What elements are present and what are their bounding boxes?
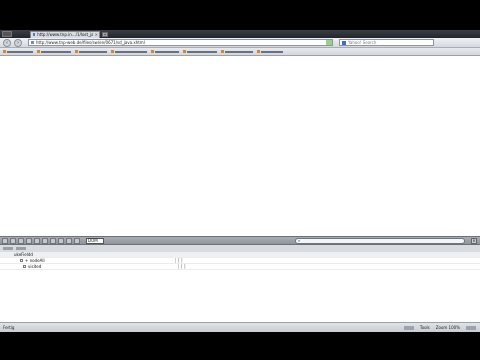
bookmark-item[interactable]: [256, 49, 284, 54]
dom-node-value: [ ]: [178, 264, 185, 269]
bookmark-item[interactable]: [182, 49, 218, 54]
table-row[interactable]: visited [ ]: [0, 264, 480, 270]
url-bar[interactable]: http://www.tnp-web.de/files/sw/en/0671/s…: [28, 39, 333, 46]
devtools-search-input[interactable]: ⌕: [295, 237, 465, 244]
navigation-toolbar: ‹ › http://www.tnp-web.de/files/sw/en/06…: [0, 38, 480, 48]
bookmark-icon: [111, 50, 114, 53]
tab-strip: http://www.tnp.in.../1/lost_java.xhtml ×…: [0, 30, 480, 38]
tab-close-icon[interactable]: ×: [95, 32, 98, 37]
subtab[interactable]: [3, 247, 13, 250]
search-box[interactable]: Yahoo! Search: [339, 39, 434, 46]
bookmark-icon: [3, 50, 6, 53]
bookmark-label: [7, 50, 33, 53]
page-content: [0, 56, 480, 236]
devtools-panel: DOM ⌕ × ukeFieldd + nodeAll [ ] visited …: [0, 236, 480, 332]
go-button[interactable]: [326, 40, 332, 45]
dom-node-value: [ ]: [175, 258, 182, 263]
bookmark-label: [155, 50, 179, 53]
dom-node-label: + nodeAll: [25, 258, 45, 263]
dom-node-label: visited: [28, 264, 42, 269]
bookmark-icon: [151, 50, 154, 53]
css-icon[interactable]: [26, 237, 32, 244]
net-icon[interactable]: [42, 237, 48, 244]
bookmark-label: [187, 50, 217, 53]
panel-select[interactable]: DOM: [86, 237, 104, 244]
console-icon[interactable]: [10, 237, 16, 244]
page-favicon-icon: [33, 33, 36, 36]
bookmark-item[interactable]: [150, 49, 180, 54]
status-tools[interactable]: Tools: [420, 325, 430, 330]
dom-node-name: ukeFieldd: [0, 252, 169, 257]
devtools-toolbar: DOM ⌕ ×: [0, 236, 480, 245]
bookmark-label: [41, 50, 71, 53]
layout-icon[interactable]: [50, 237, 56, 244]
status-indicator[interactable]: [466, 325, 476, 330]
html-icon[interactable]: [18, 237, 24, 244]
dom-node-name: + nodeAll: [0, 258, 175, 263]
bookmark-item[interactable]: [2, 49, 34, 54]
search-placeholder: Yahoo! Search: [348, 40, 377, 45]
search-engine-icon[interactable]: [342, 40, 346, 45]
forward-arrow-icon[interactable]: ›: [14, 38, 22, 47]
subtab[interactable]: [16, 247, 26, 250]
bookmark-label: [261, 50, 283, 53]
bookmark-icon: [221, 50, 224, 53]
site-icon: [31, 41, 34, 44]
inspect-icon[interactable]: [2, 237, 8, 244]
script-icon[interactable]: [34, 237, 40, 244]
bookmark-item[interactable]: [74, 49, 108, 54]
status-text: Fertig: [3, 325, 15, 330]
dom-node-label: ukeFieldd: [14, 252, 33, 257]
bookmark-label: [225, 50, 253, 53]
node-icon: [23, 265, 26, 268]
tab-title: http://www.tnp.in.../1/lost_java.xhtml: [37, 32, 93, 37]
dom-tree: ukeFieldd + nodeAll [ ] visited [ ]: [0, 252, 480, 270]
bookmark-icon: [183, 50, 186, 53]
new-tab-button[interactable]: +: [102, 31, 108, 37]
options-icon[interactable]: [74, 237, 80, 244]
status-right: Tools Zoom 100%: [403, 325, 476, 330]
devtools-close-button[interactable]: ×: [471, 237, 477, 244]
url-text: http://www.tnp-web.de/files/sw/en/0671/s…: [36, 40, 145, 45]
system-menu-button[interactable]: [2, 31, 12, 37]
bookmark-icon: [75, 50, 78, 53]
status-zoom[interactable]: Zoom 100%: [436, 325, 460, 330]
tab-active[interactable]: http://www.tnp.in.../1/lost_java.xhtml ×: [30, 30, 100, 38]
browser-window: http://www.tnp.in.../1/lost_java.xhtml ×…: [0, 30, 480, 332]
expand-icon[interactable]: [20, 259, 23, 262]
bookmark-label: [79, 50, 107, 53]
bookmark-label: [115, 50, 147, 53]
status-indicator[interactable]: [403, 325, 414, 330]
bookmark-item[interactable]: [110, 49, 148, 54]
cookies-icon[interactable]: [58, 237, 64, 244]
bookmark-icon: [37, 50, 40, 53]
bookmark-icon: [257, 50, 260, 53]
status-bar: Fertig Tools Zoom 100%: [0, 322, 480, 332]
bookmark-item[interactable]: [36, 49, 72, 54]
bookmark-item[interactable]: [220, 49, 254, 54]
settings-icon[interactable]: [66, 237, 72, 244]
search-icon: ⌕: [298, 238, 301, 243]
dom-node-name: visited: [0, 264, 178, 269]
bookmarks-toolbar: [0, 48, 480, 56]
back-arrow-icon[interactable]: ‹: [3, 38, 11, 47]
